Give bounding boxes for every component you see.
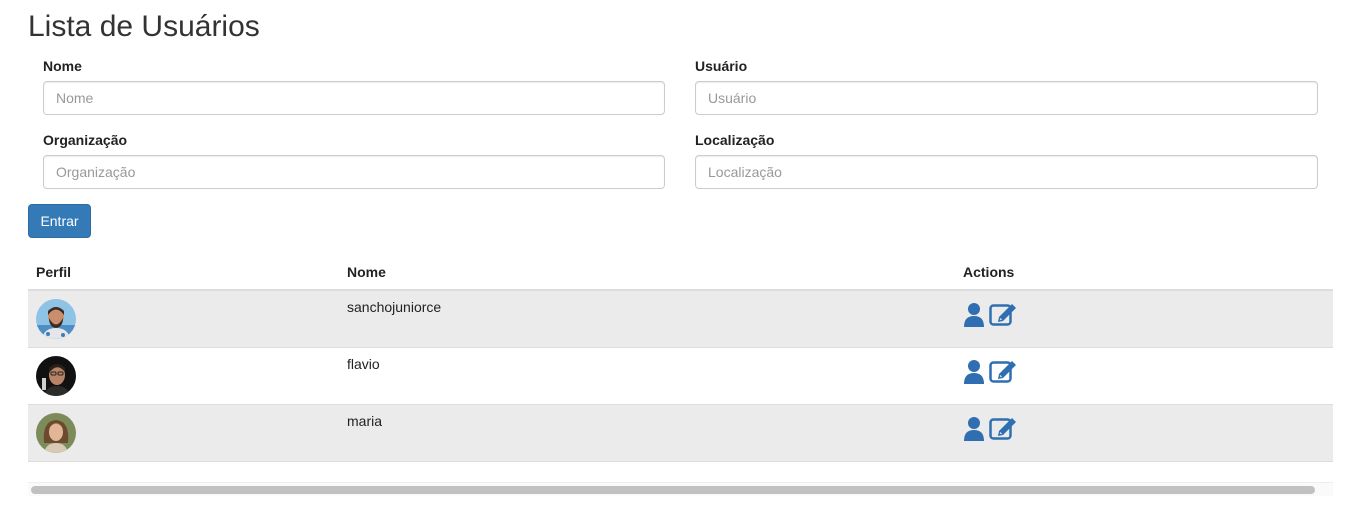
usuario-input[interactable] xyxy=(695,81,1318,115)
header-actions: Actions xyxy=(955,254,1333,291)
table-row: maria xyxy=(28,404,1333,462)
perfil-cell xyxy=(28,404,339,462)
scrollbar-thumb[interactable] xyxy=(31,486,1315,494)
nome-cell: maria xyxy=(339,404,955,462)
avatar-man-dark xyxy=(36,356,76,396)
nome-input[interactable] xyxy=(43,81,665,115)
horizontal-scrollbar[interactable] xyxy=(28,482,1333,496)
organizacao-input[interactable] xyxy=(43,155,665,189)
header-perfil: Perfil xyxy=(28,254,339,291)
user-icon[interactable] xyxy=(963,302,985,331)
table-row: flavio xyxy=(28,347,1333,405)
users-table: Perfil Nome Actions sanchojuniorce flavi… xyxy=(28,254,1333,462)
avatar-bearded-man xyxy=(36,299,76,339)
localizacao-input[interactable] xyxy=(695,155,1318,189)
edit-icon[interactable] xyxy=(989,359,1017,386)
edit-icon[interactable] xyxy=(989,302,1017,329)
nome-label: Nome xyxy=(43,58,82,74)
usuario-label: Usuário xyxy=(695,58,748,74)
user-icon[interactable] xyxy=(963,359,985,388)
avatar-woman xyxy=(36,413,76,453)
nome-cell: sanchojuniorce xyxy=(339,289,955,348)
perfil-cell xyxy=(28,347,339,405)
entrar-button[interactable]: Entrar xyxy=(28,204,91,238)
actions-cell xyxy=(955,289,1333,348)
header-nome: Nome xyxy=(339,254,955,291)
page-title: Lista de Usuários xyxy=(28,10,260,43)
localizacao-label: Localização xyxy=(695,132,775,148)
edit-icon[interactable] xyxy=(989,416,1017,443)
table-header-row: Perfil Nome Actions xyxy=(28,254,1333,291)
perfil-cell xyxy=(28,289,339,348)
organizacao-label: Organização xyxy=(43,132,128,148)
actions-cell xyxy=(955,404,1333,462)
user-icon[interactable] xyxy=(963,416,985,445)
users-table-container: Perfil Nome Actions sanchojuniorce flavi… xyxy=(28,254,1333,462)
table-row: sanchojuniorce xyxy=(28,289,1333,348)
nome-cell: flavio xyxy=(339,347,955,405)
actions-cell xyxy=(955,347,1333,405)
